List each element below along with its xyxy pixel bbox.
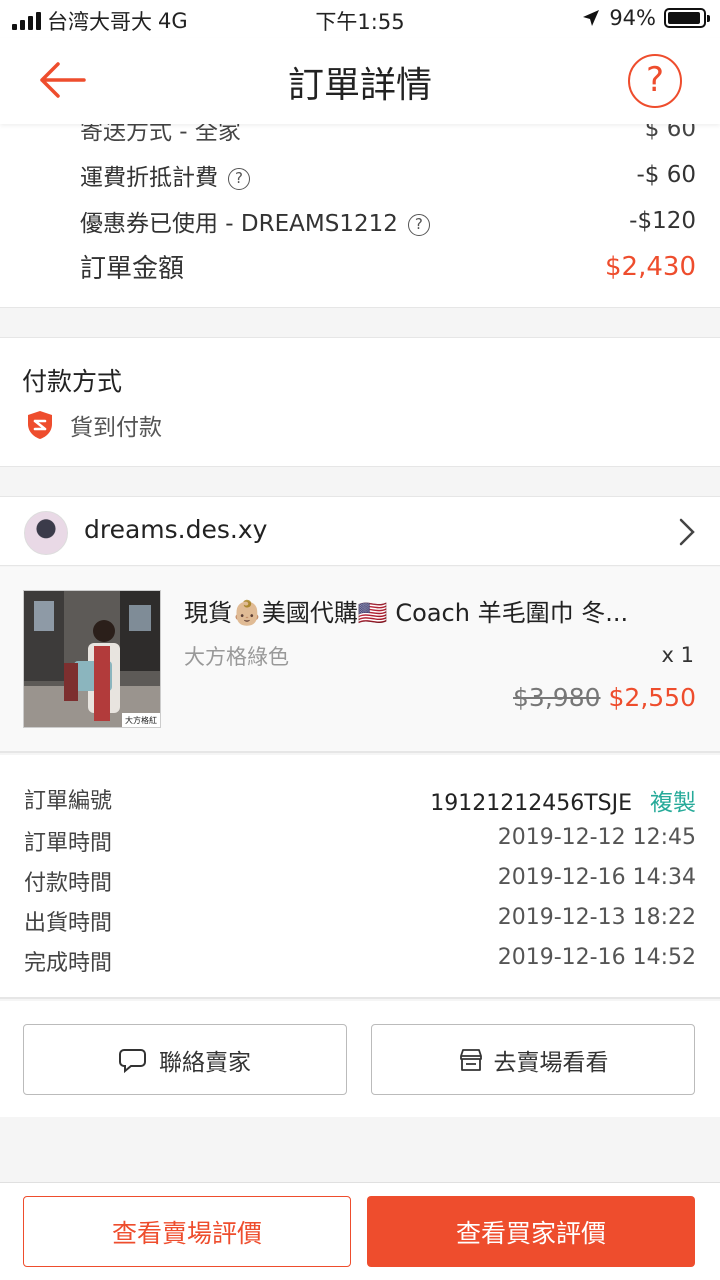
help-button[interactable]: ? (628, 54, 682, 108)
contact-seller-button[interactable]: 聯絡賣家 (23, 1024, 347, 1095)
ship-time-row: 出貨時間 2019-12-13 18:22 (24, 905, 696, 937)
order-detail-page: 台湾大哥大 4G 下午1:55 94% 訂單詳情 ? 寄送方式 - 全家 $ 6… (0, 0, 720, 1280)
status-right: 94% (581, 6, 710, 30)
order-info: 訂單編號 19121212456TSJE 複製 訂單時間 2019-12-12 1… (0, 755, 720, 999)
payment-section: 付款方式 貨到付款 (0, 337, 720, 467)
chevron-right-icon (679, 518, 695, 546)
shop-avatar (24, 511, 68, 555)
product-variation: 大方格綠色 (184, 645, 289, 669)
chat-icon (119, 1048, 146, 1073)
shop-name: dreams.des.xy (84, 515, 268, 544)
battery-percent: 94% (609, 6, 656, 30)
visit-shop-button[interactable]: 去賣場看看 (371, 1024, 695, 1095)
action-buttons: 聯絡賣家 去賣場看看 (0, 1001, 720, 1117)
view-shop-rating-button[interactable]: 查看賣場評價 (23, 1196, 351, 1267)
question-icon[interactable]: ? (407, 213, 430, 236)
status-bar: 台湾大哥大 4G 下午1:55 94% (0, 0, 720, 38)
order-time-value: 2019-12-12 12:45 (497, 825, 696, 850)
shipping-discount-value: -$ 60 (636, 162, 696, 188)
payment-method: 貨到付款 (26, 408, 162, 442)
shield-icon (28, 411, 52, 439)
complete-time-row: 完成時間 2019-12-16 14:52 (24, 945, 696, 977)
payment-time-row: 付款時間 2019-12-16 14:34 (24, 865, 696, 897)
product-quantity: x 1 (661, 643, 694, 667)
product-item[interactable]: 大方格紅 現貨👶🏼美國代購🇺🇸 Coach 羊毛圍巾 冬... 大方格綠色 x … (0, 567, 720, 753)
bottom-bar: 查看賣場評價 查看買家評價 (0, 1182, 720, 1280)
payment-time-value: 2019-12-16 14:34 (497, 865, 696, 890)
coupon-label: 優惠券已使用 - DREAMS1212 (80, 211, 398, 237)
order-total-row: 訂單金額 $2,430 (80, 248, 696, 285)
payment-time-label: 付款時間 (24, 871, 113, 896)
order-total-value: $2,430 (605, 251, 696, 282)
thumb-caption: 大方格紅 (125, 715, 157, 725)
product-thumbnail: 大方格紅 (23, 590, 161, 728)
order-time-row: 訂單時間 2019-12-12 12:45 (24, 825, 696, 857)
complete-time-value: 2019-12-16 14:52 (497, 945, 696, 970)
product-prices: $3,980 $2,550 (513, 683, 696, 712)
order-summary: 寄送方式 - 全家 $ 60 運費折抵計費? -$ 60 優惠券已使用 - DR… (0, 116, 720, 308)
ship-time-label: 出貨時間 (24, 911, 113, 936)
sale-price: $2,550 (608, 683, 696, 712)
visit-shop-label: 去賣場看看 (493, 1049, 609, 1076)
product-photo: 大方格紅 (24, 591, 160, 727)
page-title: 訂單詳情 (287, 65, 432, 106)
order-number-label: 訂單編號 (24, 789, 113, 814)
contact-seller-label: 聯絡賣家 (159, 1049, 251, 1076)
shipping-discount-row: 運費折抵計費? -$ 60 (80, 158, 696, 192)
order-number-row: 訂單編號 19121212456TSJE 複製 (24, 783, 696, 817)
shipping-discount-label: 運費折抵計費 (80, 165, 218, 191)
payment-method-label: 貨到付款 (70, 415, 162, 441)
coupon-value: -$120 (629, 208, 696, 234)
order-number: 19121212456TSJE (430, 791, 632, 816)
product-name: 現貨👶🏼美國代購🇺🇸 Coach 羊毛圍巾 冬... (184, 599, 629, 627)
copy-button[interactable]: 複製 (650, 790, 696, 816)
battery-level (668, 12, 700, 24)
payment-title: 付款方式 (22, 367, 123, 396)
original-price: $3,980 (513, 683, 601, 712)
location-arrow-icon (583, 10, 600, 26)
shop-row[interactable]: dreams.des.xy (0, 496, 720, 566)
battery-icon (664, 8, 710, 28)
coupon-row: 優惠券已使用 - DREAMS1212? -$120 (80, 204, 696, 238)
complete-time-label: 完成時間 (24, 951, 113, 976)
app-header: 訂單詳情 ? (0, 38, 720, 124)
view-buyer-rating-button[interactable]: 查看買家評價 (367, 1196, 695, 1267)
ship-time-value: 2019-12-13 18:22 (497, 905, 696, 930)
order-total-label: 訂單金額 (80, 254, 185, 284)
order-time-label: 訂單時間 (24, 831, 113, 856)
store-icon (459, 1048, 482, 1071)
question-icon[interactable]: ? (228, 167, 250, 190)
